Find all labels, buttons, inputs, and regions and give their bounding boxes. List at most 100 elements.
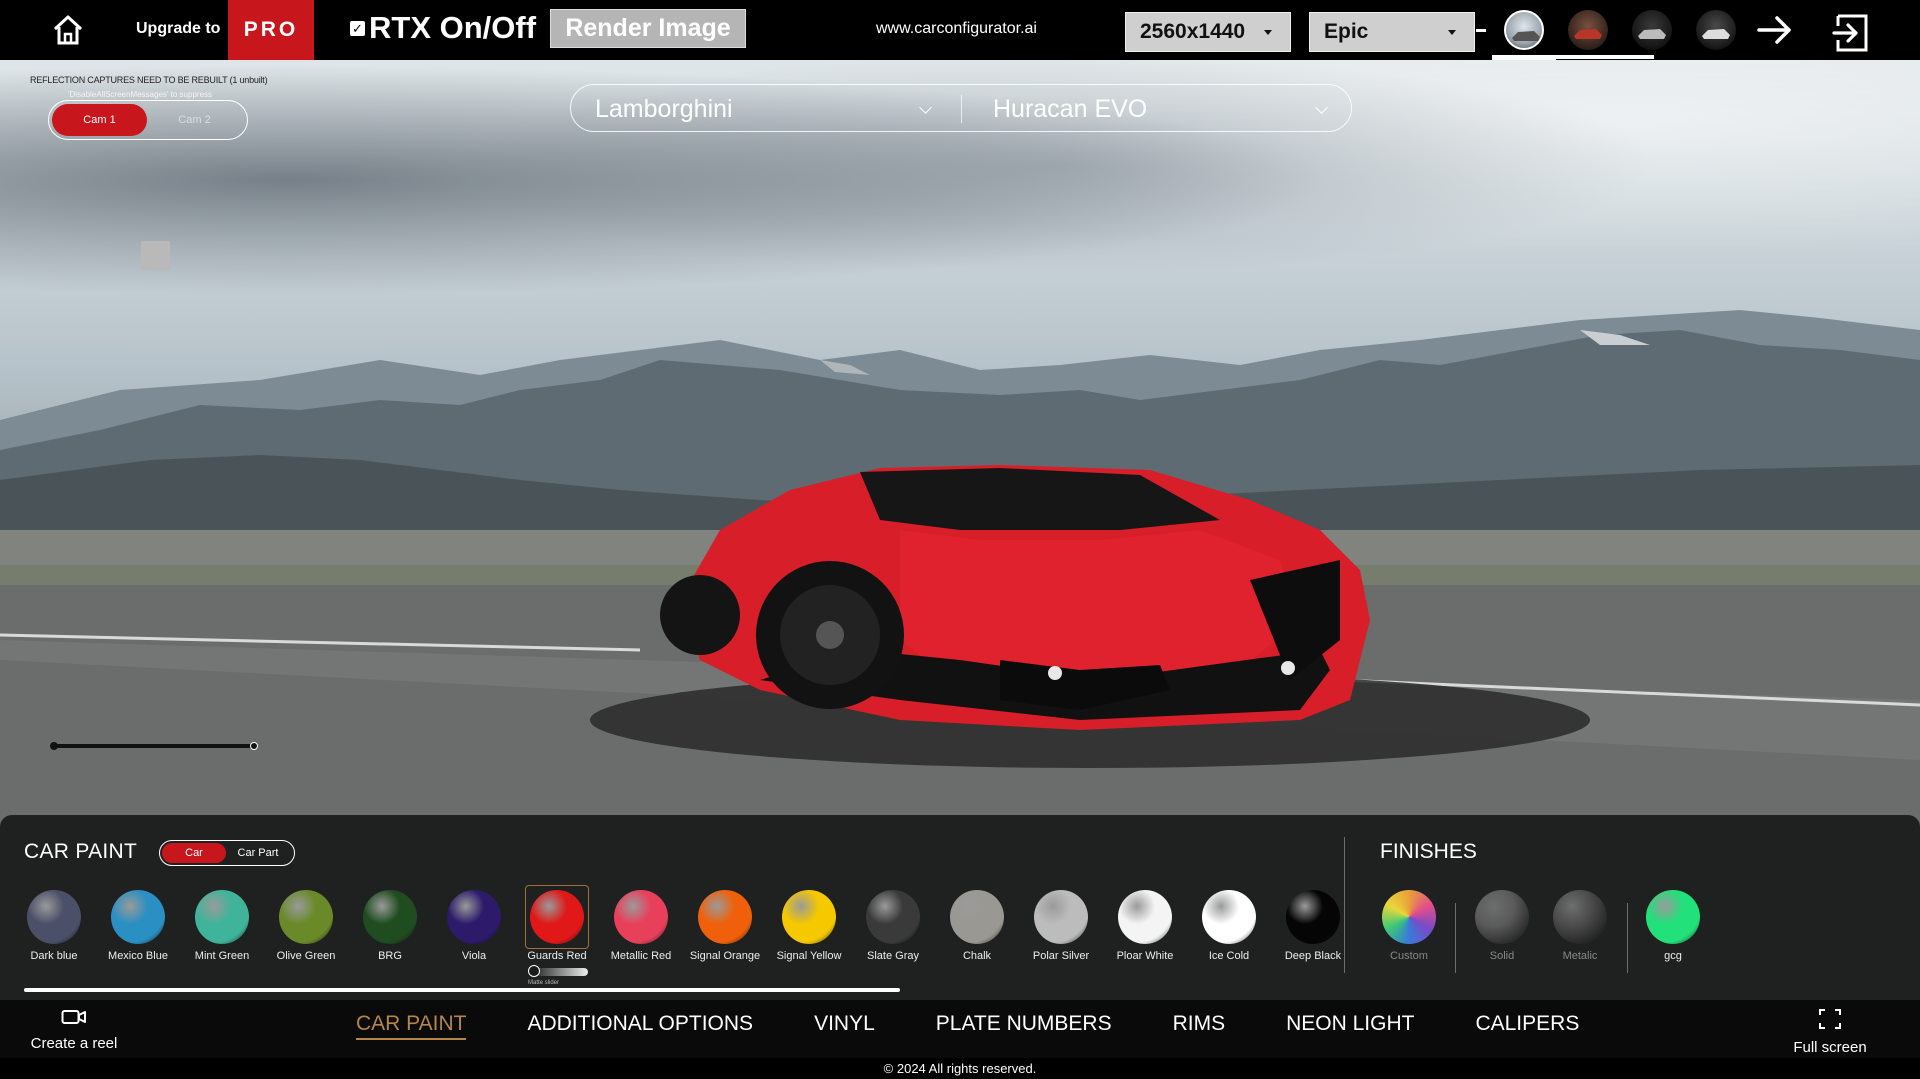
tab-plate-numbers[interactable]: PLATE NUMBERS [936,1012,1112,1036]
car-selector: Lamborghini Huracan EVO [570,84,1352,132]
divider [1476,29,1486,32]
paint-swatch-label: Ice Cold [1208,950,1250,962]
logout-icon [1832,14,1868,52]
matte-slider[interactable] [528,965,588,977]
divider [1455,903,1456,973]
finish-swatch-label: Solid [1489,950,1515,962]
paint-swatch[interactable]: Viola [432,890,516,962]
home-button[interactable] [50,12,86,48]
scroll-thumb[interactable] [24,988,900,992]
paint-swatch[interactable]: Ice Cold [1187,890,1271,962]
paint-swatch-ball [363,890,417,944]
chevron-down-icon [1315,101,1328,114]
paint-swatch-ball [1034,890,1088,944]
rtx-toggle[interactable]: ✓ RTX On/Off [350,10,536,46]
finishes-title: FINISHES [1380,840,1477,863]
paint-swatch-label: Guards Red [527,950,587,962]
cam-1-button[interactable]: Cam 1 [52,104,147,136]
toggle-car-part[interactable]: Car Part [226,843,290,863]
render-image-button[interactable]: Render Image [550,9,746,48]
create-reel-label: Create a reel [30,1035,118,1052]
fullscreen-button[interactable]: Full screen [1785,1008,1875,1056]
paint-swatch[interactable]: Polar Silver [1019,890,1103,962]
fullscreen-label: Full screen [1793,1039,1867,1056]
time-of-day-slider[interactable] [50,740,258,752]
paint-swatch[interactable]: Chalk [935,890,1019,962]
paint-swatch[interactable]: BRG [348,890,432,962]
paint-swatch-label: Signal Orange [689,950,761,962]
swatch-scrollbar[interactable] [24,988,1920,992]
paint-swatch[interactable]: Mexico Blue [96,890,180,962]
chevron-down-icon [1448,30,1456,35]
paint-swatch-label: Metallic Red [610,950,672,962]
finish-swatch-label: Custom [1390,950,1428,962]
create-reel-button[interactable]: Create a reel [24,1008,124,1052]
paint-swatch-ball [279,890,333,944]
slider-track [532,968,588,976]
slider-handle[interactable] [250,742,258,750]
tab-neon-light[interactable]: NEON LIGHT [1286,1012,1414,1036]
square-control[interactable] [141,241,170,270]
customization-panel: CAR PAINT Car Car Part Dark blue Mexico B… [0,815,1920,1000]
tab-calipers[interactable]: CALIPERS [1475,1012,1579,1036]
environment-thumbnails [1492,0,1748,60]
finish-swatch[interactable]: Metalic [1538,890,1622,962]
paint-swatch[interactable]: Signal Orange [683,890,767,962]
paint-swatch[interactable]: Olive Green [264,890,348,962]
finish-swatch[interactable]: Custom [1367,890,1451,962]
custom-color-ball [1646,890,1700,944]
toggle-car[interactable]: Car [162,843,226,863]
custom-color-label: gcg [1664,950,1682,962]
finish-swatch-ball [1553,890,1607,944]
paint-swatch[interactable]: Guards Red [515,885,599,962]
pro-upgrade-button[interactable]: PRO [228,0,314,60]
thumbnail-scroll-indicator [1492,55,1654,59]
finish-swatch-ball [1475,890,1529,944]
environment-thumb-4[interactable] [1684,0,1748,60]
finish-swatch-label: Metalic [1562,950,1598,962]
paint-swatch-label: Deep Black [1284,950,1342,962]
paint-swatch-label: Mint Green [194,950,250,962]
paint-swatch-label: Ploar White [1116,950,1174,962]
divider [1627,903,1628,973]
tab-additional-options[interactable]: ADDITIONAL OPTIONS [527,1012,753,1036]
site-url[interactable]: www.carconfigurator.ai [876,20,1037,38]
paint-swatch[interactable]: Deep Black [1271,890,1355,962]
tab-vinyl[interactable]: VINYL [814,1012,875,1036]
tab-car-paint[interactable]: CAR PAINT [356,1012,467,1040]
slider-handle[interactable] [528,965,540,977]
camera-toggle: Cam 1 Cam 2 [48,100,248,140]
quality-select[interactable]: Epic [1309,12,1475,52]
reflection-warning-sub: 'DisableAllScreenMessages' to suppress [68,90,213,99]
next-button[interactable] [1755,12,1795,48]
car-part-toggle: Car Car Part [159,840,295,866]
paint-swatch-label: Viola [461,950,487,962]
paint-swatch-ball [27,890,81,944]
paint-swatch-ball [1286,890,1340,944]
paint-swatch-ball [866,890,920,944]
environment-thumb-1[interactable] [1492,0,1556,60]
paint-swatch-label: Mexico Blue [108,950,168,962]
resolution-select[interactable]: 2560x1440 [1125,12,1291,52]
logout-button[interactable] [1832,12,1872,54]
paint-swatch[interactable]: Dark blue [12,890,96,962]
section-tabs: CAR PAINT ADDITIONAL OPTIONS VINYL PLATE NU… [356,1012,1579,1040]
environment-thumb-3[interactable] [1620,0,1684,60]
rtx-checkbox[interactable]: ✓ [350,20,365,36]
cam-2-button[interactable]: Cam 2 [147,104,242,136]
slider-track [54,744,254,748]
paint-swatch[interactable]: Slate Gray [851,890,935,962]
model-select[interactable]: Huracan EVO [993,95,1147,124]
quality-value: Epic [1324,20,1369,43]
paint-swatch-ball [195,890,249,944]
custom-color-swatch[interactable]: gcg [1631,890,1715,962]
paint-swatch[interactable]: Mint Green [180,890,264,962]
paint-swatch[interactable]: Signal Yellow [767,890,851,962]
finish-swatch[interactable]: Solid [1460,890,1544,962]
tab-rims[interactable]: RIMS [1173,1012,1226,1036]
environment-thumb-2[interactable] [1556,0,1620,60]
paint-swatch[interactable]: Ploar White [1103,890,1187,962]
paint-swatch[interactable]: Metallic Red [599,890,683,962]
top-bar: Upgrade to PRO ✓ RTX On/Off Render Image… [0,0,1920,60]
brand-select[interactable]: Lamborghini [595,95,733,124]
